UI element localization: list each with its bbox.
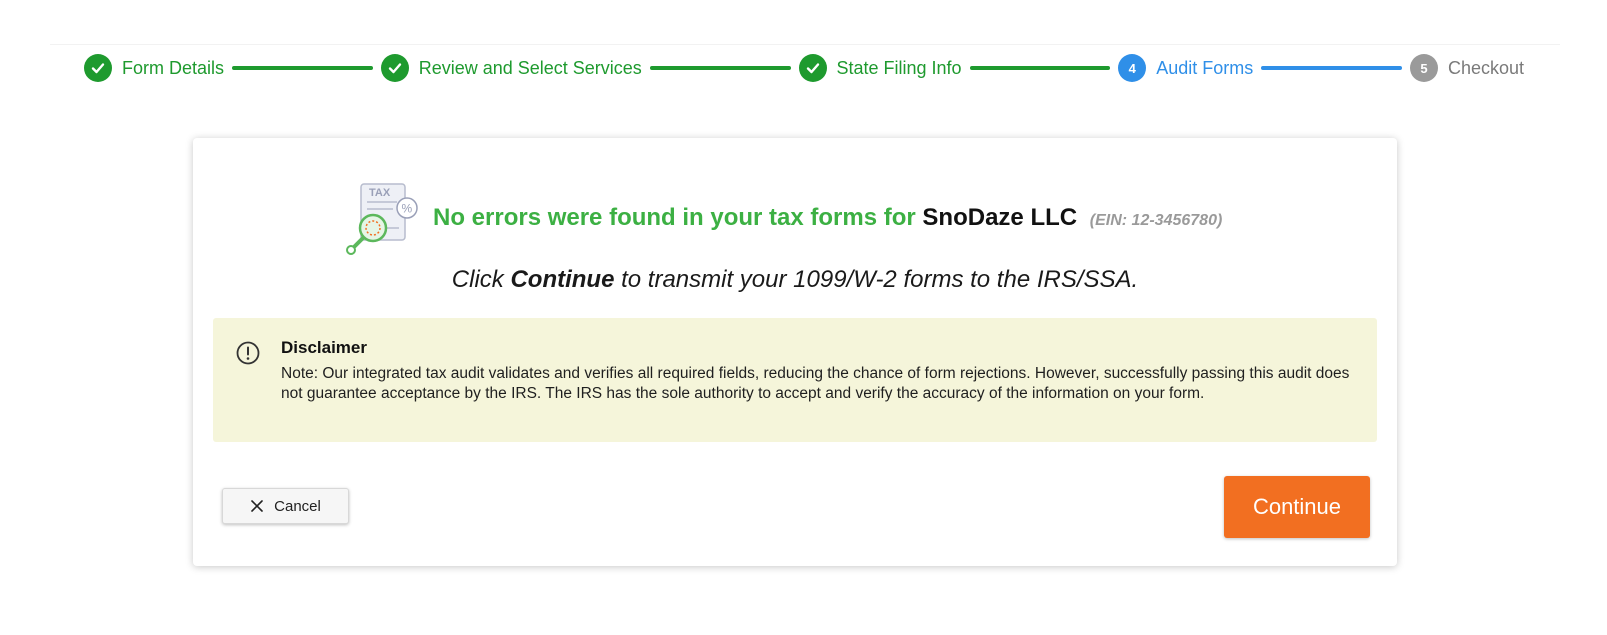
step-checkout: 5 Checkout xyxy=(1409,54,1525,82)
step-label: State Filing Info xyxy=(836,57,962,78)
success-message: No errors were found in your tax forms f… xyxy=(433,204,916,231)
audit-result-row: TAX % No errors were found in your tax f… xyxy=(343,178,1243,258)
disclaimer-note-label: Note: xyxy=(281,365,319,382)
tax-document-magnifier-icon: TAX % xyxy=(346,183,418,255)
step-label: Review and Select Services xyxy=(418,57,642,78)
step-number: 4 xyxy=(1118,54,1147,82)
svg-text:%: % xyxy=(402,202,413,216)
step-label: Form Details xyxy=(122,57,225,78)
step-connector xyxy=(232,66,373,70)
step-review-select-services[interactable]: Review and Select Services xyxy=(380,54,642,82)
disclaimer-text: Note: Our integrated tax audit validates… xyxy=(281,364,1351,404)
step-label: Checkout xyxy=(1447,57,1525,78)
cancel-label: Cancel xyxy=(274,497,321,515)
step-audit-forms[interactable]: 4 Audit Forms xyxy=(1118,54,1253,82)
disclaimer-body: Our integrated tax audit validates and v… xyxy=(281,365,1350,402)
audit-result-card: TAX % No errors were found in your tax f… xyxy=(193,138,1397,566)
step-label: Audit Forms xyxy=(1156,57,1254,78)
step-connector xyxy=(1261,66,1402,70)
alert-circle-icon xyxy=(236,341,260,365)
disclaimer-box: Disclaimer Note: Our integrated tax audi… xyxy=(213,318,1377,442)
continue-button[interactable]: Continue xyxy=(1224,476,1370,538)
checkmark-icon xyxy=(84,54,112,82)
step-form-details[interactable]: Form Details xyxy=(84,54,224,82)
step-connector xyxy=(969,66,1111,70)
checkmark-icon xyxy=(798,54,827,82)
instruction-suffix: to transmit your 1099/W-2 forms to the I… xyxy=(621,266,1139,293)
cancel-button[interactable]: Cancel xyxy=(222,488,349,524)
tax-illustration-label: TAX xyxy=(369,187,391,199)
instruction-emphasis: Continue xyxy=(510,266,615,293)
close-icon xyxy=(251,500,263,512)
company-ein: (EIN: 12-3456780) xyxy=(1089,212,1223,229)
header-divider xyxy=(50,44,1560,45)
audit-result-message: No errors were found in your tax forms f… xyxy=(433,204,1222,232)
checkmark-icon xyxy=(380,54,409,82)
progress-stepper: Form Details Review and Select Services … xyxy=(84,54,1524,82)
disclaimer-title: Disclaimer xyxy=(281,338,367,357)
step-connector xyxy=(649,66,791,70)
continue-instruction: Click Continue to transmit your 1099/W-2… xyxy=(193,266,1397,294)
step-state-filing-info[interactable]: State Filing Info xyxy=(798,54,962,82)
step-number: 5 xyxy=(1409,54,1438,82)
instruction-prefix: Click xyxy=(451,266,504,293)
company-name: SnoDaze LLC xyxy=(922,204,1078,231)
